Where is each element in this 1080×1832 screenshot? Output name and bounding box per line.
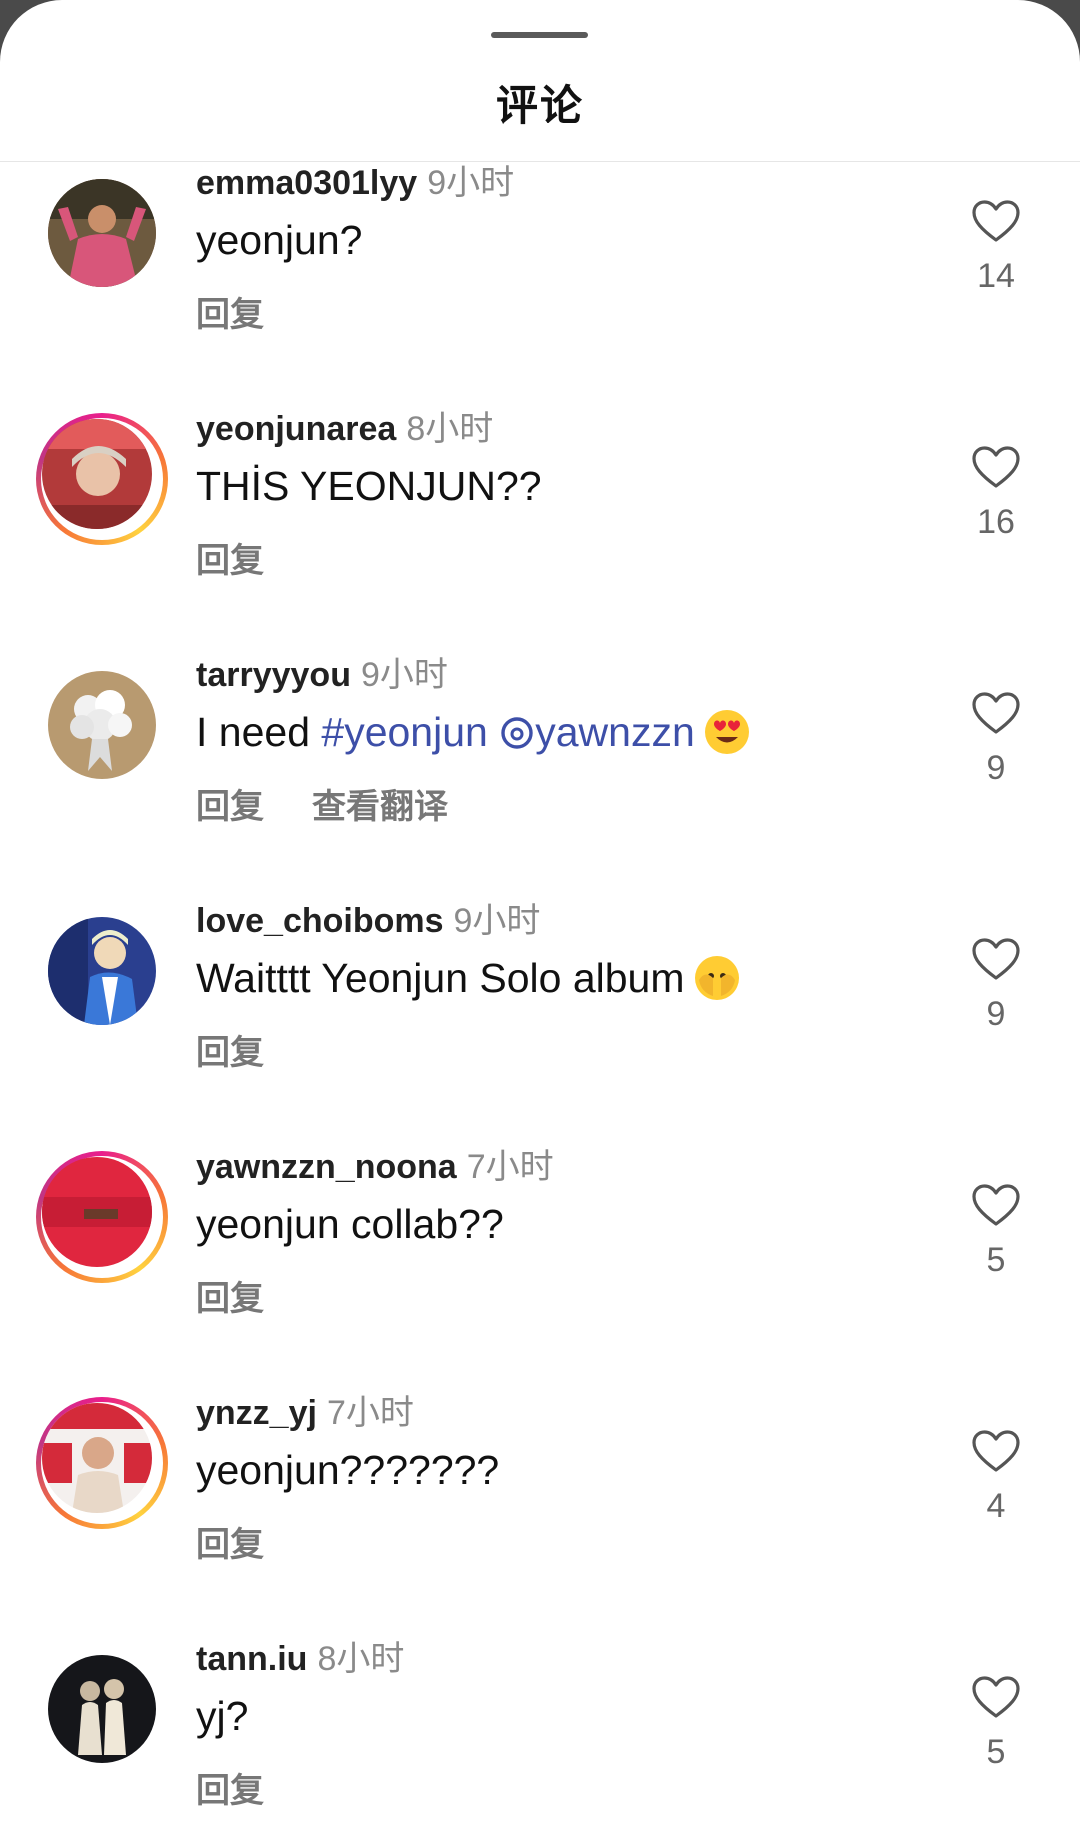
- threads-icon: [501, 717, 533, 749]
- comment-time: 8小时: [317, 1640, 405, 1678]
- comment-item: love_choiboms 9小时 Waitttt Yeonjun Solo al…: [0, 902, 1080, 1151]
- comment-username[interactable]: yeonjunarea: [196, 410, 396, 448]
- avatar[interactable]: [36, 659, 168, 791]
- comment-username[interactable]: tann.iu: [196, 1640, 307, 1678]
- comment-username[interactable]: love_choiboms: [196, 902, 444, 940]
- peeking-eye-emoji: [694, 956, 739, 1000]
- avatar-photo: [42, 1403, 152, 1513]
- comment-text: yeonjun?: [196, 217, 363, 263]
- like-button[interactable]: 5: [962, 1675, 1030, 1772]
- comment-time: 9小时: [360, 656, 448, 694]
- comment-time: 9小时: [427, 164, 515, 202]
- avatar-photo: [48, 179, 156, 287]
- heart-icon: [972, 692, 1020, 734]
- comment-text-prefix: I need: [196, 709, 322, 755]
- avatar-photo: [48, 671, 156, 779]
- like-count: 9: [986, 749, 1006, 787]
- comment-time: 8小时: [406, 410, 494, 448]
- like-count: 5: [986, 1733, 1006, 1771]
- comment-username[interactable]: yawnzzn_noona: [196, 1148, 457, 1186]
- like-count: 16: [977, 503, 1015, 541]
- header-divider: [0, 161, 1080, 162]
- avatar[interactable]: [36, 1151, 168, 1283]
- reply-button[interactable]: 回复: [196, 1772, 264, 1810]
- comment-time: 7小时: [466, 1148, 554, 1186]
- comment-item: ynzz_yj 7小时 yeonjun??????? 回复 4: [0, 1394, 1080, 1643]
- comment-text: I need #yeonjun yawnzzn: [196, 709, 749, 756]
- comment-item: tarryyyou 9小时 I need #yeonjun yawnzzn 回复 查…: [0, 656, 1080, 905]
- drag-handle[interactable]: [491, 32, 588, 38]
- comment-username[interactable]: tarryyyou: [196, 656, 351, 694]
- comment-text: yj?: [196, 1693, 249, 1739]
- avatar[interactable]: [36, 905, 168, 1037]
- story-ring: [36, 1397, 168, 1529]
- avatar[interactable]: [36, 1643, 168, 1775]
- comment-text: THİS YEONJUN??: [196, 463, 542, 509]
- heart-icon: [972, 938, 1020, 980]
- comment-item: emma0301lyy 9小时 yeonjun? 回复 14: [0, 164, 1080, 413]
- avatar[interactable]: [36, 1397, 168, 1529]
- comment-time: 9小时: [453, 902, 541, 940]
- like-button[interactable]: 4: [962, 1429, 1030, 1526]
- avatar-photo: [42, 419, 152, 529]
- comments-sheet: 评论 emma0301lyy 9小时 yeonjun? 回复 14 yeonju…: [0, 0, 1080, 1832]
- like-count: 5: [986, 1241, 1006, 1279]
- reply-button[interactable]: 回复: [196, 1280, 264, 1318]
- avatar-photo: [48, 1655, 156, 1763]
- story-ring: [36, 413, 168, 545]
- reply-button[interactable]: 回复: [196, 296, 264, 334]
- like-button[interactable]: 16: [962, 445, 1030, 542]
- comment-time: 7小时: [326, 1394, 414, 1432]
- like-button[interactable]: 9: [962, 937, 1030, 1034]
- like-button[interactable]: 5: [962, 1183, 1030, 1280]
- comment-text: yeonjun???????: [196, 1447, 500, 1493]
- like-button[interactable]: 14: [962, 199, 1030, 296]
- see-translation-button[interactable]: 查看翻译: [312, 788, 448, 826]
- comment-text-body: Waitttt Yeonjun Solo album: [196, 955, 685, 1001]
- avatar[interactable]: [36, 167, 168, 299]
- comment-username[interactable]: emma0301lyy: [196, 164, 417, 202]
- story-ring: [36, 1151, 168, 1283]
- comment-item: yawnzzn_noona 7小时 yeonjun collab?? 回复 5: [0, 1148, 1080, 1397]
- reply-button[interactable]: 回复: [196, 788, 264, 826]
- heart-icon: [972, 1184, 1020, 1226]
- heart-icon: [972, 446, 1020, 488]
- hashtag-link[interactable]: #yeonjun: [321, 709, 487, 755]
- avatar-photo: [48, 917, 156, 1025]
- reply-button[interactable]: 回复: [196, 542, 264, 580]
- like-count: 9: [986, 995, 1006, 1033]
- mention-username: yawnzzn: [535, 709, 695, 755]
- like-count: 4: [986, 1487, 1006, 1525]
- comment-username[interactable]: ynzz_yj: [196, 1394, 317, 1432]
- comment-item: tann.iu 8小时 yj? 回复 5: [0, 1640, 1080, 1832]
- heart-icon: [972, 1676, 1020, 1718]
- comment-text: yeonjun collab??: [196, 1201, 504, 1247]
- heart-icon: [972, 1430, 1020, 1472]
- like-button[interactable]: 9: [962, 691, 1030, 788]
- comment-item: yeonjunarea 8小时 THİS YEONJUN?? 回复 16: [0, 410, 1080, 659]
- comment-text: Waitttt Yeonjun Solo album: [196, 955, 739, 1002]
- avatar-photo: [42, 1157, 152, 1267]
- heart-icon: [972, 200, 1020, 242]
- like-count: 14: [977, 257, 1015, 295]
- sheet-title: 评论: [495, 82, 584, 129]
- mention-link[interactable]: yawnzzn: [499, 709, 695, 755]
- heart-eyes-emoji: [704, 710, 749, 754]
- avatar[interactable]: [36, 413, 168, 545]
- reply-button[interactable]: 回复: [196, 1526, 264, 1564]
- reply-button[interactable]: 回复: [196, 1034, 264, 1072]
